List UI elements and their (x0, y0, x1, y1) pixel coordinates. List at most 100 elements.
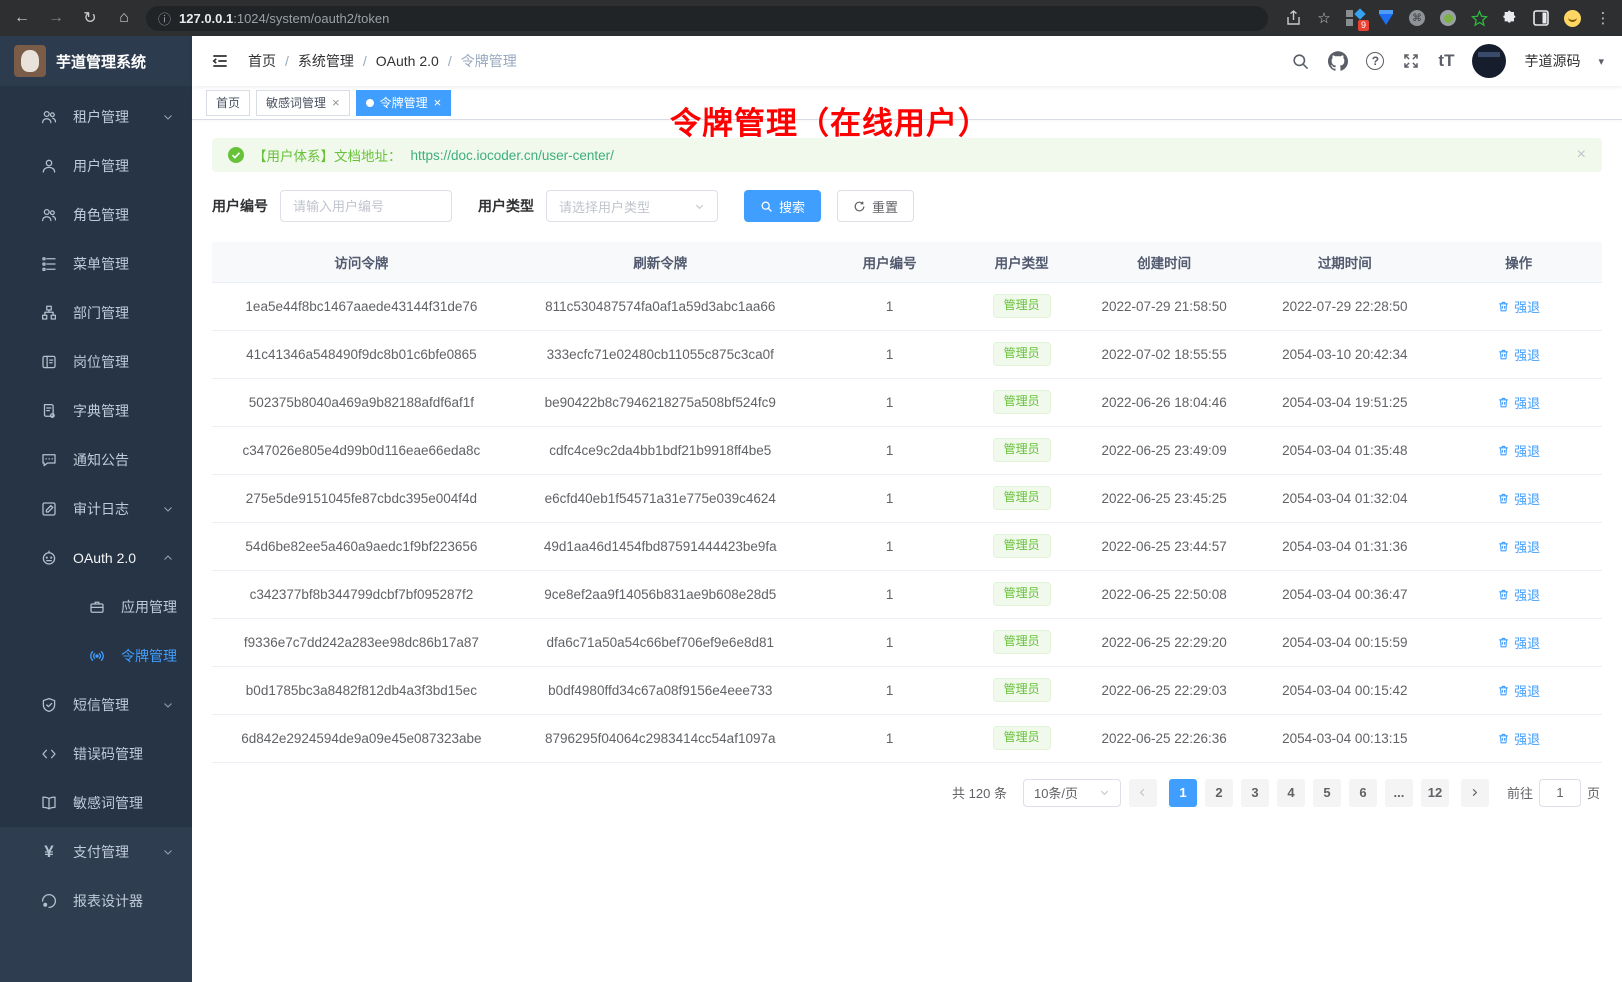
tab-首页[interactable]: 首页 (206, 90, 250, 116)
sidebar-item-dict[interactable]: 字典管理 (0, 386, 192, 435)
force-logout-button[interactable]: 强退 (1497, 681, 1540, 700)
browser-reload-button[interactable]: ↻ (78, 6, 102, 30)
sidebar-item-dept[interactable]: 部门管理 (0, 288, 192, 337)
page-button-5[interactable]: 5 (1313, 779, 1341, 807)
profile-avatar-icon[interactable] (1563, 9, 1581, 27)
close-icon[interactable]: × (332, 95, 340, 110)
next-page-button[interactable] (1461, 779, 1489, 807)
sidebar-item-pay[interactable]: ¥支付管理 (0, 827, 192, 876)
column-header: 创建时间 (1074, 242, 1255, 282)
refresh-token-cell: 333ecfc71e02480cb11055c875c3ca0f (511, 330, 810, 378)
github-icon[interactable] (1328, 51, 1348, 71)
access-token-cell: c342377bf8b344799dcbf7bf095287f2 (212, 570, 511, 618)
page-button-6[interactable]: 6 (1349, 779, 1377, 807)
force-logout-button[interactable]: 强退 (1497, 585, 1540, 604)
search-button[interactable]: 搜索 (744, 190, 821, 222)
access-token-cell: 41c41346a548490f9dc8b01c6bfe0865 (212, 330, 511, 378)
prev-page-button[interactable] (1129, 779, 1157, 807)
sidebar-collapse-icon[interactable] (210, 51, 230, 71)
app-title: 芋道管理系统 (56, 51, 146, 72)
refresh-token-cell: 811c530487574fa0af1a59d3abc1aa66 (511, 282, 810, 330)
reset-button[interactable]: 重置 (837, 190, 914, 222)
breadcrumb: 首页/系统管理/OAuth 2.0/令牌管理 (248, 51, 517, 71)
user-type-badge: 管理员 (993, 390, 1051, 414)
sidebar-item-sms[interactable]: 短信管理 (0, 680, 192, 729)
browser-forward-button[interactable]: → (44, 6, 68, 30)
doc-link[interactable]: https://doc.iocoder.cn/user-center/ (411, 148, 614, 163)
share-icon[interactable] (1284, 9, 1302, 27)
force-logout-button[interactable]: 强退 (1497, 633, 1540, 652)
star-extension-icon[interactable] (1470, 9, 1488, 27)
page-button-2[interactable]: 2 (1205, 779, 1233, 807)
browser-back-button[interactable]: ← (10, 6, 34, 30)
bookmark-star-icon[interactable]: ☆ (1315, 9, 1333, 27)
username[interactable]: 芋道源码 (1524, 51, 1580, 71)
tab-令牌管理[interactable]: 令牌管理× (356, 90, 452, 116)
page-size-select[interactable]: 10条/页 (1023, 779, 1121, 807)
user-id-cell: 1 (810, 282, 970, 330)
goto-page-input[interactable] (1539, 779, 1581, 807)
trash-icon (1497, 348, 1510, 361)
help-icon[interactable]: ? (1366, 52, 1384, 70)
sidebar-item-errcode[interactable]: 错误码管理 (0, 729, 192, 778)
browser-extensions-area: ☆ 9 ⌘ ⋮ (1284, 9, 1612, 27)
chevron-down-icon (1099, 787, 1110, 798)
pagination: 共 120 条 10条/页 123456...12 前往 页 (212, 779, 1602, 807)
created-time-cell: 2022-06-26 18:04:46 (1074, 378, 1255, 426)
site-info-icon[interactable]: ⓘ (158, 9, 171, 28)
page-button-1[interactable]: 1 (1169, 779, 1197, 807)
sidebar-item-user[interactable]: 用户管理 (0, 141, 192, 190)
force-logout-button[interactable]: 强退 (1497, 393, 1540, 412)
alert-close-icon[interactable]: × (1577, 146, 1586, 164)
action-cell: 强退 (1435, 378, 1602, 426)
search-icon[interactable] (1291, 52, 1310, 71)
recorder-extension-icon[interactable] (1439, 9, 1457, 27)
user-type-select[interactable]: 请选择用户类型 (546, 190, 718, 222)
sidebar-item-tenant[interactable]: 租户管理 (0, 92, 192, 141)
puzzle-extensions-icon[interactable] (1501, 9, 1519, 27)
sidebar-item-post[interactable]: 岗位管理 (0, 337, 192, 386)
command-extension-icon[interactable]: ⌘ (1408, 9, 1426, 27)
user-id-input[interactable] (280, 190, 452, 222)
force-logout-button[interactable]: 强退 (1497, 537, 1540, 556)
force-logout-button[interactable]: 强退 (1497, 441, 1540, 460)
force-logout-button[interactable]: 强退 (1497, 729, 1540, 748)
browser-home-button[interactable]: ⌂ (112, 6, 136, 30)
side-panel-icon[interactable] (1532, 9, 1550, 27)
force-logout-button[interactable]: 强退 (1497, 489, 1540, 508)
user-type-badge: 管理员 (993, 486, 1051, 510)
address-bar[interactable]: ⓘ 127.0.0.1:1024/system/oauth2/token (146, 6, 1268, 31)
table-row: 275e5de9151045fe87cbdc395e004f4de6cfd40e… (212, 474, 1602, 522)
sidebar-item-report[interactable]: 报表设计器 (0, 876, 192, 925)
sidebar-item-notice[interactable]: 通知公告 (0, 435, 192, 484)
close-icon[interactable]: × (434, 95, 442, 110)
sidebar-item-menu[interactable]: 菜单管理 (0, 239, 192, 288)
force-logout-button[interactable]: 强退 (1497, 345, 1540, 364)
page-button-3[interactable]: 3 (1241, 779, 1269, 807)
sidebar-item-oauth2[interactable]: OAuth 2.0 (0, 533, 192, 582)
page-button-4[interactable]: 4 (1277, 779, 1305, 807)
sidebar-item-oauth2-token[interactable]: 令牌管理 (0, 631, 192, 680)
font-size-icon[interactable]: tT (1438, 51, 1454, 71)
page-button-12[interactable]: 12 (1421, 779, 1449, 807)
fullscreen-icon[interactable] (1402, 52, 1420, 70)
app-logo-row[interactable]: 芋道管理系统 (0, 36, 192, 86)
sidebar-item-label: 字典管理 (73, 401, 129, 421)
sidebar-item-role[interactable]: 角色管理 (0, 190, 192, 239)
user-avatar[interactable] (1472, 44, 1506, 78)
tab-敏感词管理[interactable]: 敏感词管理× (256, 90, 350, 116)
gem-extension-icon[interactable] (1377, 9, 1395, 27)
sidebar-item-oauth2-app[interactable]: 应用管理 (0, 582, 192, 631)
breadcrumb-item: 令牌管理 (461, 51, 517, 71)
chevron-down-icon[interactable]: ▾ (1598, 55, 1604, 68)
sidebar-item-audit[interactable]: 审计日志 (0, 484, 192, 533)
sidebar-item-sensitive[interactable]: 敏感词管理 (0, 778, 192, 827)
breadcrumb-item[interactable]: 首页 (248, 51, 276, 71)
extension-grid-icon[interactable]: 9 (1346, 9, 1364, 27)
breadcrumb-item[interactable]: 系统管理 (298, 51, 354, 71)
force-logout-button[interactable]: 强退 (1497, 297, 1540, 316)
expire-time-cell: 2054-03-04 00:15:42 (1254, 666, 1435, 714)
breadcrumb-item[interactable]: OAuth 2.0 (376, 53, 439, 69)
more-pages-button[interactable]: ... (1385, 779, 1413, 807)
browser-menu-icon[interactable]: ⋮ (1594, 9, 1612, 27)
